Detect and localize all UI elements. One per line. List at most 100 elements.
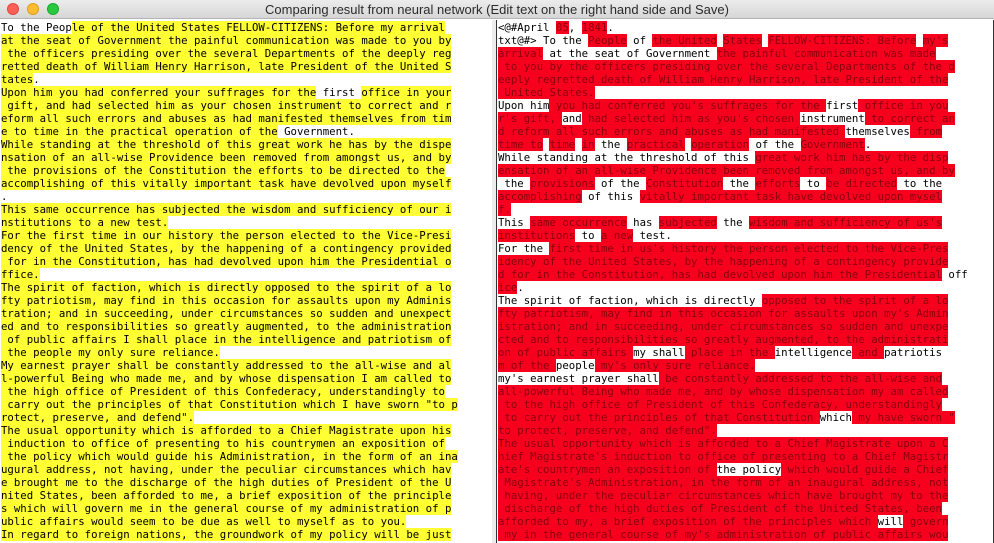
match-highlight: Upon him you had conferred your suffrage… [1,86,317,99]
original-text-line: This same occurrence has subjected the w… [1,203,492,216]
match-highlight: accomplishing of this vitally important … [1,177,452,190]
plain-text: . [607,21,614,34]
mismatch-highlight: you had conferred you's suffrages for th… [549,99,827,112]
mismatch-highlight: discharge of the high duties of Presiden… [498,502,942,515]
mismatch-highlight: my's [922,34,949,47]
match-highlight: nited States, been afforded to me, a bri… [1,489,452,502]
match-highlight: the people my only sure reliance. [1,346,220,359]
window-title: Comparing result from neural network (Ed… [265,2,729,17]
mismatch-highlight: to you by the officers presiding over th… [498,60,955,73]
plain-text: intelligence [774,346,852,359]
match-highlight: at the seat of Government the painful co… [1,34,452,47]
plain-text: patriotis [884,346,943,359]
original-text-line: tration; and in succeeding, under circum… [1,307,492,320]
mismatch-highlight: all-powerful Being who made me, and by w… [498,385,949,398]
match-highlight: the high office of President of this Con… [1,385,445,398]
mismatch-highlight: opposed to the spirit of a lo [761,294,949,307]
original-text-line: e brought me to the discharge of the hig… [1,476,492,489]
original-text-line: ed and to responsibilities so greatly au… [1,320,492,333]
corrected-text-line: eeply regretted death of William Henry H… [498,73,993,86]
match-highlight: ed and to responsibilities so greatly au… [1,320,452,333]
plain-text [916,34,922,47]
original-text-line: nsation of an all-wise Providence been r… [1,151,492,164]
original-text-line: carry out the principles of that Constit… [1,398,492,411]
match-highlight: tration; and in succeeding, under circum… [1,307,452,320]
original-text-line: ffice. [1,268,492,281]
match-highlight: l-powerful Being who made me, and by who… [1,372,452,385]
match-highlight: the officers presiding over the several … [1,47,452,60]
mismatch-highlight: and [851,346,885,359]
mismatch-highlight: practical [626,138,685,151]
mismatch-highlight: vitally important task have devolved upo… [639,190,942,203]
mismatch-highlight: to correct an [864,112,955,125]
match-highlight: My earnest prayer shall be constantly ad… [1,359,452,372]
match-highlight: The usual opportunity which is afforded … [1,424,452,437]
match-highlight: your chosen instrument to correct and r [194,99,452,112]
match-highlight: ffice. [1,268,40,281]
original-text-line: induction to office of presenting to his… [1,437,492,450]
plain-text: to [800,177,827,190]
mismatch-highlight: subjected [658,216,717,229]
mismatch-highlight: to carry out the principles of that Cons… [498,411,820,424]
plain-text: Upon him [498,99,550,112]
corrected-text-line: to protect, preserve, and defend". [498,424,993,437]
match-highlight: dency of the United States, by the happe… [1,242,452,255]
original-text-line: for in the Constitution, has had devolve… [1,255,492,268]
mismatch-highlight: my in the general course of my's adminis… [498,528,949,541]
match-highlight: fty patriotism, may find in this occasio… [1,294,452,307]
plain-text: at the seat of Government [543,47,717,60]
mismatch-highlight: ate's countrymen an exposition of [498,463,717,476]
corrected-text-line: all-powerful Being who made me, and by w… [498,385,993,398]
mismatch-highlight: 1841 [581,21,608,34]
match-highlight: tates [1,73,34,86]
plain-text: will [877,515,904,528]
match-highlight: For the first time in our history the pe… [1,229,452,242]
plain-text: has [626,216,659,229]
mismatch-highlight: Magistrate's Administration, in the form… [498,476,949,489]
plain-text: instrument [800,112,865,125]
mismatch-highlight: Government [800,138,865,151]
mismatch-highlight: idency of the United States, by the happ… [498,255,949,268]
mismatch-highlight: operation [691,138,750,151]
plain-text: <@#April [498,21,556,34]
plain-text: To the Peop [1,21,72,34]
corrected-text-line: f. [498,203,993,216]
mismatch-highlight: govern [903,515,949,528]
mismatch-highlight: fty patriotism, may find in this occasio… [498,307,949,320]
mismatch-highlight: having, under the peculiar circumstances… [498,489,949,502]
plain-text: test. [633,229,672,242]
mismatch-highlight: accomplishing [498,190,582,203]
original-text-line: ugural address, not having, under the pe… [1,463,492,476]
plain-text: txt@#> To the [498,34,589,47]
original-text-line: the provisions of the Constitution the e… [1,164,492,177]
corrected-text-pane[interactable]: <@#April 05, 1841. txt@#> To the People o… [496,20,994,543]
plain-text: which [819,411,852,424]
original-text-line: at the seat of Government the painful co… [1,34,492,47]
corrected-text-line: The spirit of faction, which is directly… [498,294,993,307]
corrected-text-line: r's gift, and had selected him as you's … [498,112,993,125]
corrected-text-line: United States. [498,86,993,99]
match-highlight: le of the United States FELLOW-CITIZENS:… [71,21,445,34]
plain-text: of this [581,190,640,203]
corrected-text-line: Upon him you had conferred you's suffrag… [498,99,993,112]
plain-text: the [716,216,750,229]
corrected-text-editor[interactable]: <@#April 05, 1841. txt@#> To the People o… [497,20,993,541]
match-highlight: The spirit of faction, which is directly… [1,281,452,294]
plain-text: of the [594,177,647,190]
corrected-text-line: discharge of the high duties of Presiden… [498,502,993,515]
match-highlight: carry out the principles of that Constit… [1,398,458,411]
plain-text: and [562,112,582,125]
original-text-line: fty patriotism, may find in this occasio… [1,294,492,307]
original-text-line: accomplishing of this vitally important … [1,177,492,190]
match-highlight: the policy which would guide his Adminis… [1,450,458,463]
plain-text: This [498,216,531,229]
mismatch-highlight: m of the [498,359,556,372]
match-highlight: This same occurrence has subjected the w… [1,203,452,216]
mismatch-highlight: on of public affairs [498,346,634,359]
mismatch-highlight: a new [600,229,634,242]
corrected-text-line: hief Magistrate's induction to office of… [498,450,993,463]
mismatch-highlight: time [549,138,576,151]
original-text-line: The usual opportunity which is afforded … [1,424,492,437]
window-titlebar: Comparing result from neural network (Ed… [0,0,994,19]
mismatch-highlight: hief Magistrate's induction to office of… [498,450,949,463]
